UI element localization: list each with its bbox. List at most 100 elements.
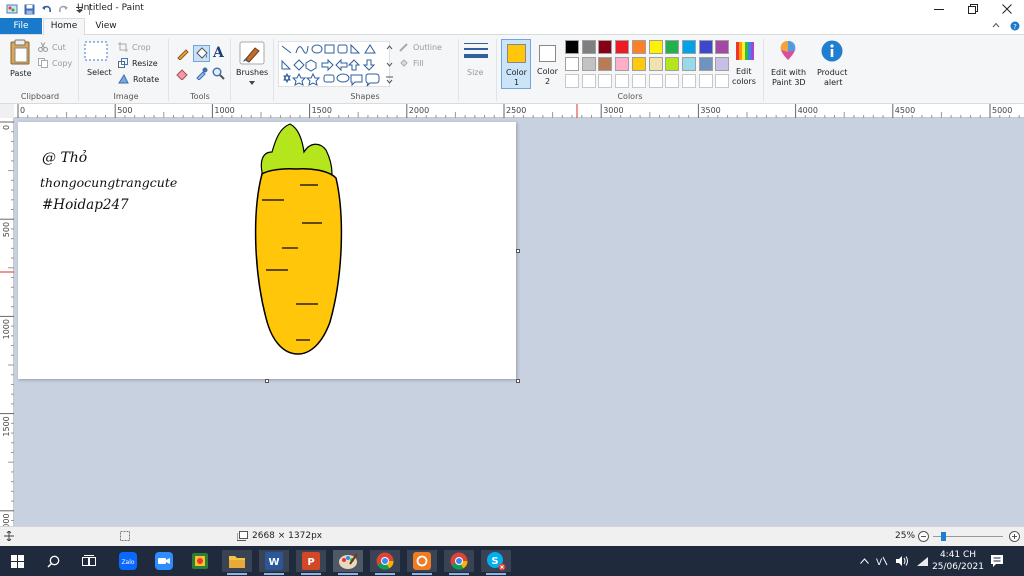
- tab-home[interactable]: Home: [43, 18, 85, 35]
- minimize-button[interactable]: [922, 0, 956, 18]
- palette-swatch[interactable]: [681, 74, 696, 88]
- undo-icon[interactable]: [41, 4, 52, 15]
- volume-icon[interactable]: [895, 555, 909, 567]
- fill-tool[interactable]: [193, 45, 210, 62]
- search-button[interactable]: [38, 550, 68, 572]
- palette-swatch[interactable]: [615, 74, 630, 88]
- resize-handle-right[interactable]: [516, 249, 520, 253]
- notifications-button[interactable]: [990, 554, 1004, 568]
- shapes-gallery[interactable]: [278, 41, 390, 87]
- brushes-button[interactable]: Brushes: [236, 41, 268, 87]
- resize-button[interactable]: Resize: [118, 57, 158, 69]
- taskbar-zalo[interactable]: Zalo: [113, 550, 143, 572]
- crop-button[interactable]: Crop: [118, 41, 151, 53]
- ruler-corner: [0, 104, 14, 118]
- taskbar-paint[interactable]: [333, 550, 363, 575]
- taskbar-zoom[interactable]: [149, 550, 179, 572]
- palette-swatch[interactable]: [581, 74, 596, 88]
- taskbar-file-explorer[interactable]: [222, 550, 252, 575]
- paint-app-icon[interactable]: [6, 3, 18, 15]
- resize-handle-corner[interactable]: [516, 379, 520, 383]
- palette-swatch[interactable]: [648, 57, 663, 71]
- palette-swatch[interactable]: [715, 74, 730, 88]
- palette-swatch[interactable]: [598, 74, 613, 88]
- palette-swatch[interactable]: [598, 57, 613, 71]
- edit-colors-button[interactable]: Edit colors: [732, 39, 758, 89]
- outline-button[interactable]: Outline: [399, 41, 442, 53]
- palette-swatch[interactable]: [631, 57, 646, 71]
- taskbar-skype[interactable]: S: [481, 550, 511, 575]
- palette-swatch[interactable]: [681, 40, 696, 54]
- close-button[interactable]: [990, 0, 1024, 18]
- palette-swatch[interactable]: [715, 40, 730, 54]
- tab-file[interactable]: File: [0, 18, 42, 34]
- palette-swatch[interactable]: [631, 74, 646, 88]
- taskbar-word[interactable]: W: [259, 550, 289, 575]
- zoom-slider-thumb[interactable]: [941, 532, 946, 541]
- palette-swatch[interactable]: [648, 74, 663, 88]
- pencil-tool[interactable]: [176, 47, 189, 60]
- restore-button[interactable]: [956, 0, 990, 18]
- start-button[interactable]: [2, 550, 32, 572]
- workspace[interactable]: @ Thỏ thongocungtrangcute #Hoidap247: [14, 118, 1024, 526]
- palette-swatch[interactable]: [715, 57, 730, 71]
- task-view-button[interactable]: [74, 550, 104, 572]
- palette-swatch[interactable]: [665, 74, 680, 88]
- palette-swatch[interactable]: [581, 40, 596, 54]
- palette-swatch[interactable]: [565, 57, 579, 71]
- save-icon[interactable]: [24, 4, 35, 15]
- taskbar-powerpoint[interactable]: P: [296, 550, 326, 575]
- powerpoint-icon: P: [302, 552, 320, 570]
- color1-label: Color: [506, 68, 527, 77]
- copy-button[interactable]: Copy: [38, 57, 72, 69]
- palette-swatch[interactable]: [648, 40, 663, 54]
- palette-swatch[interactable]: [698, 74, 713, 88]
- taskbar-chrome-2[interactable]: [444, 550, 474, 575]
- palette-swatch[interactable]: [698, 40, 713, 54]
- palette-swatch[interactable]: [615, 57, 630, 71]
- palette-swatch[interactable]: [598, 40, 613, 54]
- cut-button[interactable]: Cut: [38, 41, 66, 53]
- keyboard-language-icon[interactable]: V: [876, 555, 888, 567]
- palette-swatch[interactable]: [681, 57, 696, 71]
- tab-view[interactable]: View: [87, 18, 125, 34]
- chevron-up-icon[interactable]: [860, 558, 869, 564]
- fill-button[interactable]: Fill: [399, 57, 424, 69]
- resize-handle-bottom[interactable]: [265, 379, 269, 383]
- redo-icon[interactable]: [58, 4, 69, 15]
- color1-button[interactable]: Color 1: [501, 39, 531, 89]
- color2-button[interactable]: Color 2: [534, 39, 562, 89]
- clock[interactable]: 4:41 CH 25/06/2021: [930, 549, 986, 573]
- palette-swatch[interactable]: [631, 40, 646, 54]
- magnifier-tool[interactable]: [212, 67, 225, 80]
- taskbar-chrome[interactable]: [370, 550, 400, 575]
- select-button[interactable]: Select: [84, 41, 112, 87]
- shapes-scroll[interactable]: [385, 41, 394, 87]
- product-alert-button[interactable]: Product alert: [814, 39, 850, 89]
- collapse-ribbon-icon[interactable]: [992, 21, 1000, 31]
- color-picker-tool[interactable]: [195, 67, 208, 80]
- eraser-tool[interactable]: [176, 67, 189, 80]
- app-orange-icon: [413, 552, 431, 570]
- taskbar-app-6[interactable]: [185, 550, 215, 572]
- palette-swatch[interactable]: [565, 40, 579, 54]
- text-tool[interactable]: A: [213, 45, 224, 61]
- palette-swatch[interactable]: [665, 57, 680, 71]
- palette-swatch[interactable]: [615, 40, 630, 54]
- paste-button[interactable]: Paste: [6, 39, 34, 87]
- help-icon[interactable]: ?: [1010, 21, 1020, 31]
- palette-swatch[interactable]: [698, 57, 713, 71]
- zoom-in-button[interactable]: [1009, 531, 1020, 542]
- drawing-canvas[interactable]: @ Thỏ thongocungtrangcute #Hoidap247: [18, 122, 516, 379]
- rotate-button[interactable]: Rotate: [118, 73, 159, 85]
- palette-swatch[interactable]: [565, 74, 579, 88]
- edit-with-paint3d-button[interactable]: Edit with Paint 3D: [768, 39, 808, 89]
- zoom-out-button[interactable]: [918, 531, 929, 542]
- palette-swatch[interactable]: [581, 57, 596, 71]
- wifi-icon[interactable]: [916, 556, 929, 567]
- palette-swatch[interactable]: [665, 40, 680, 54]
- eraser-icon: [176, 69, 188, 80]
- zoom-slider[interactable]: [933, 532, 1003, 541]
- taskbar-app-12[interactable]: [407, 550, 437, 575]
- size-button[interactable]: Size: [463, 41, 491, 87]
